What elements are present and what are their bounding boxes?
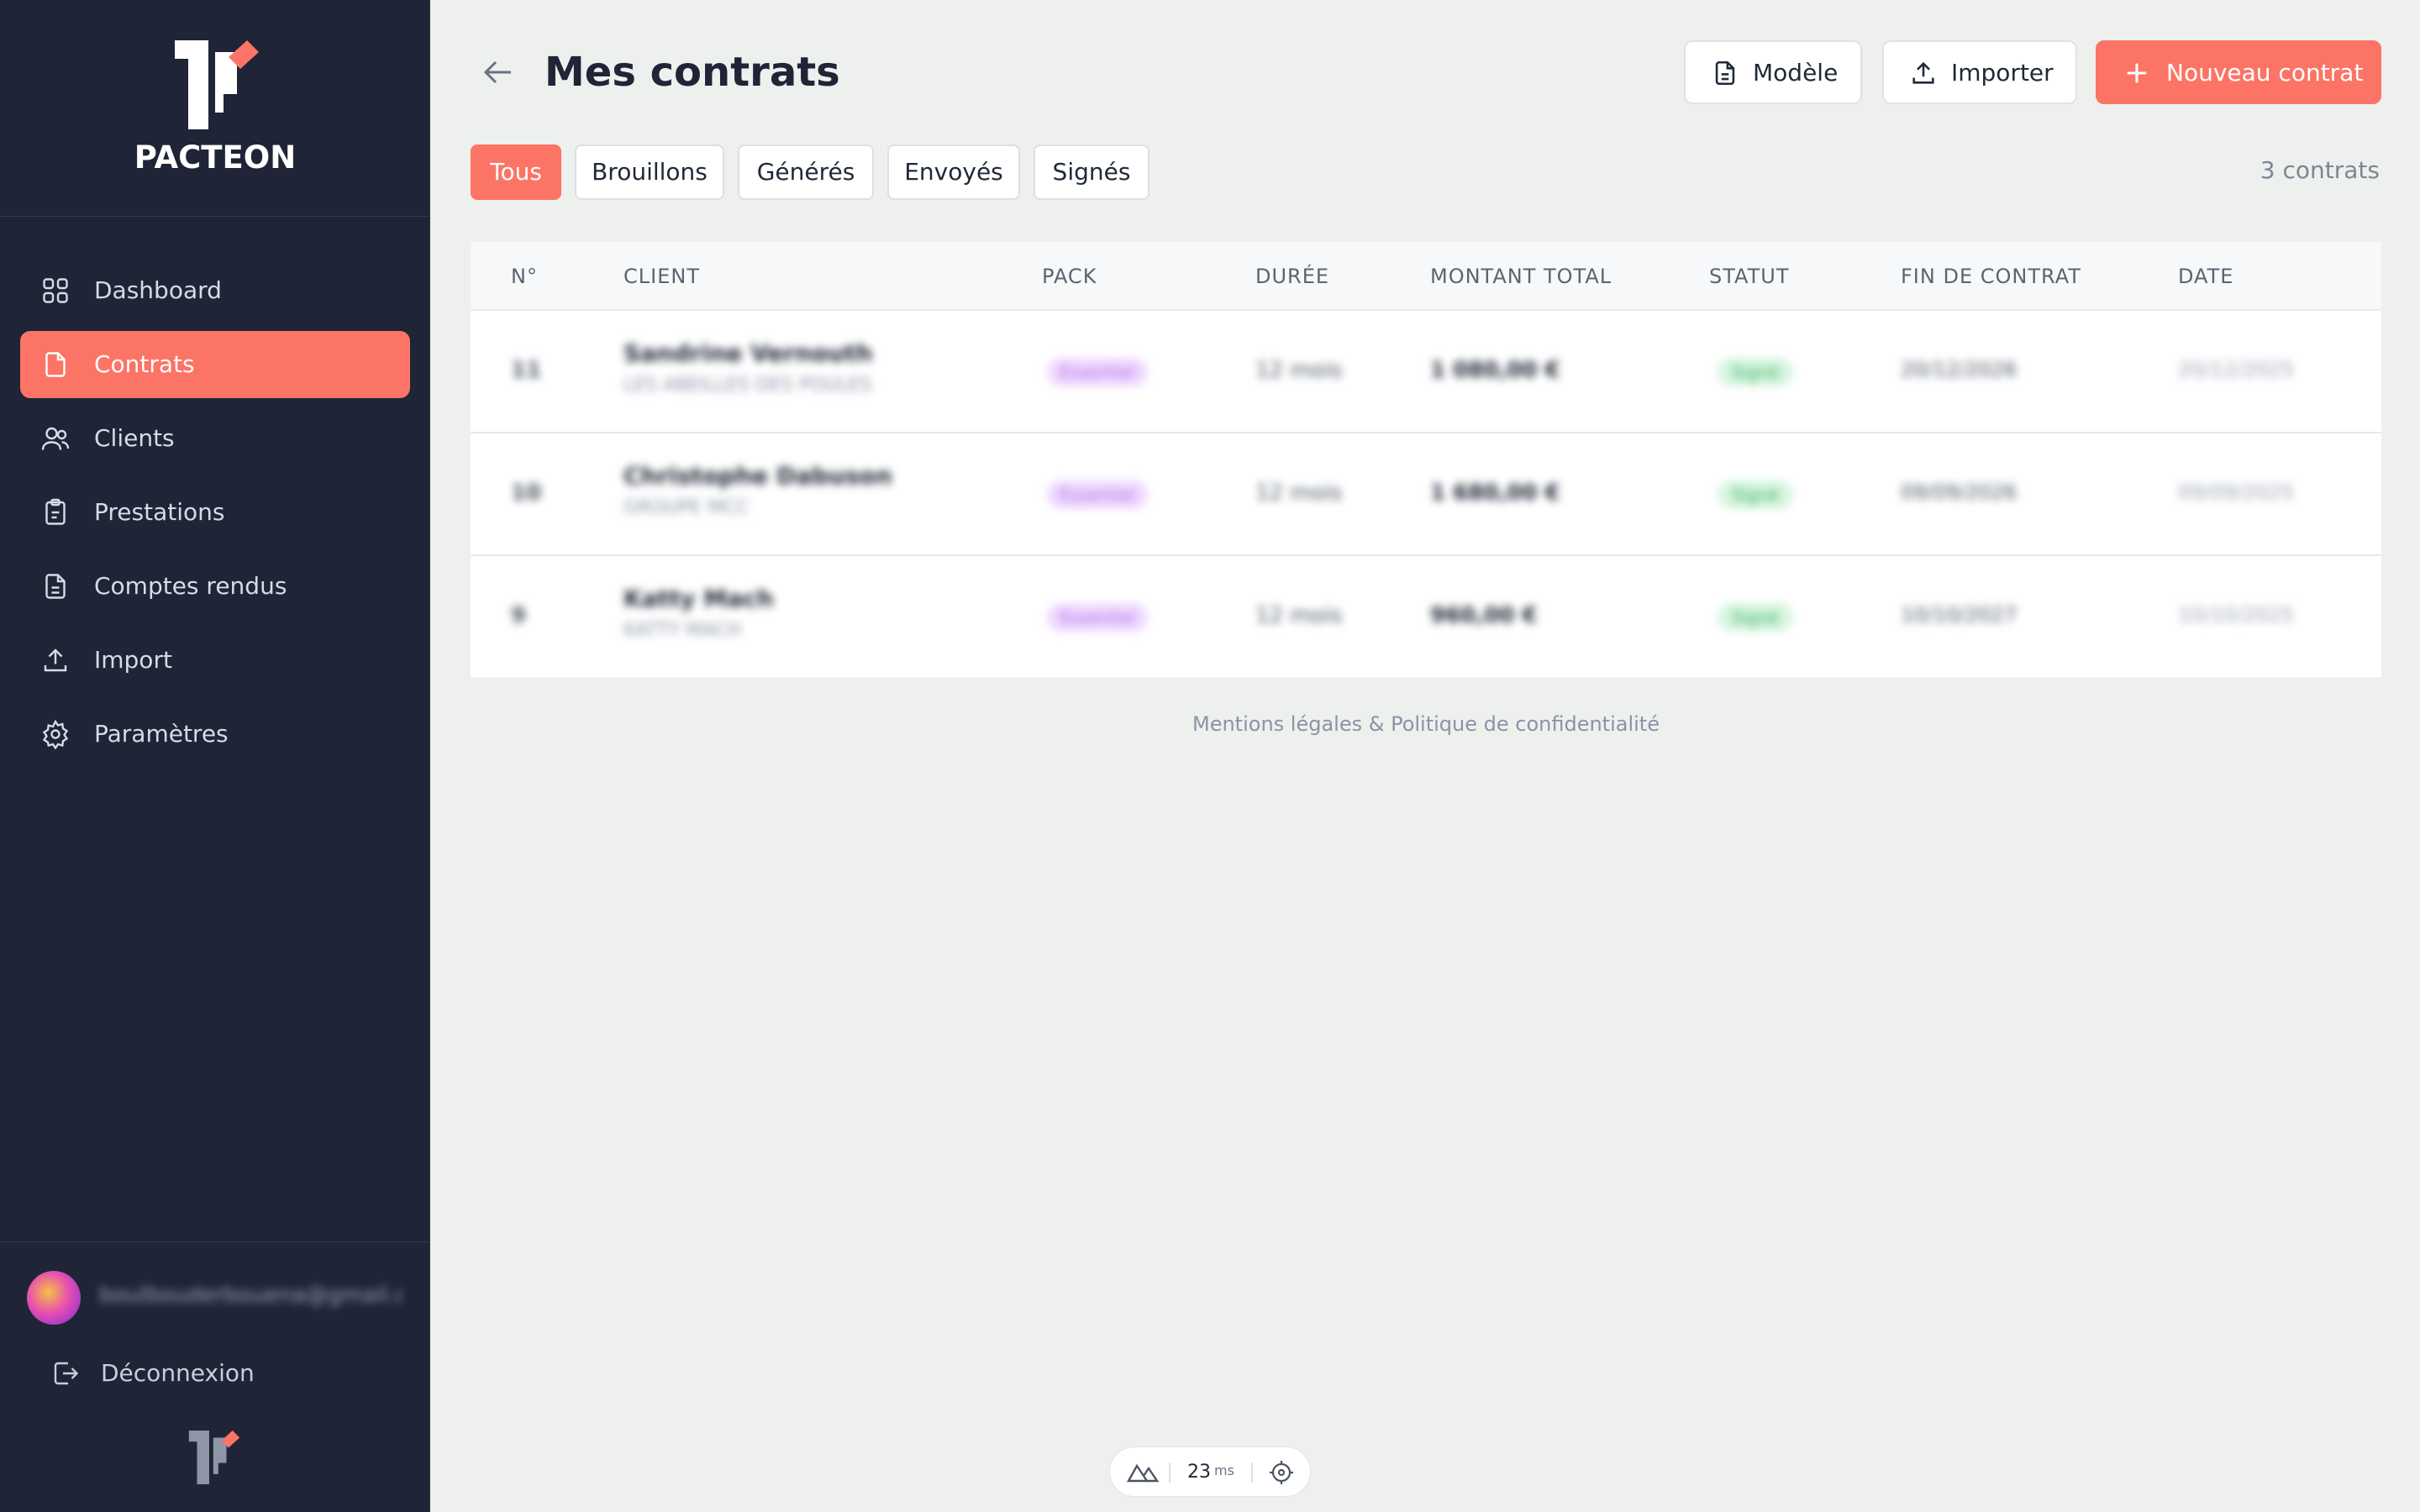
nuxt-icon[interactable] xyxy=(1127,1461,1159,1484)
contracts-table: N° CLIENT PACK DURÉE MONTANT TOTAL STATU… xyxy=(471,242,2381,677)
sidebar-item-import[interactable]: Import xyxy=(20,627,410,694)
contract-date: 20/12/2025 xyxy=(2178,358,2295,381)
contract-count: 3 contrats xyxy=(2260,156,2380,184)
status-badge: Signé xyxy=(1718,480,1793,509)
import-button[interactable]: Importer xyxy=(1882,40,2077,104)
logout-label: Déconnexion xyxy=(101,1359,255,1387)
contract-date: 10/10/2025 xyxy=(2178,603,2295,627)
end-date: 09/09/2026 xyxy=(1901,480,2018,504)
plus-icon xyxy=(2127,63,2147,83)
sidebar-nav: Dashboard Contrats Clients Prestations C… xyxy=(20,257,410,774)
sidebar-item-dashboard[interactable]: Dashboard xyxy=(20,257,410,324)
sidebar-item-prestations[interactable]: Prestations xyxy=(20,479,410,546)
file-text-icon xyxy=(45,574,66,599)
tab-signes[interactable]: Signés xyxy=(1034,144,1150,200)
column-header[interactable]: CLIENT xyxy=(623,264,700,289)
pack-badge: Essentiel xyxy=(1047,480,1148,509)
table-row[interactable]: 10 Christophe Dabuson GROUPE MCC Essenti… xyxy=(471,433,2381,556)
sidebar-footer: boulbouderbouena@gmail.c... Déconnexion xyxy=(0,1242,430,1512)
pacteon-logo-mark xyxy=(175,40,259,129)
sidebar-item-label: Dashboard xyxy=(94,276,222,304)
sidebar-item-parametres[interactable]: Paramètres xyxy=(20,701,410,768)
total-amount: 1 080,00 € xyxy=(1430,358,1560,383)
legal-links[interactable]: Mentions légales & Politique de confiden… xyxy=(471,712,2381,736)
tab-tous[interactable]: Tous xyxy=(471,144,561,200)
column-header[interactable]: MONTANT TOTAL xyxy=(1430,264,1612,289)
column-header[interactable]: DURÉE xyxy=(1255,264,1329,289)
sidebar-item-label: Comptes rendus xyxy=(94,572,287,600)
back-arrow-icon[interactable] xyxy=(481,57,514,87)
sidebar-item-label: Contrats xyxy=(94,350,195,378)
new-contract-button-label: Nouveau contrat xyxy=(2166,59,2364,87)
sidebar-item-clients[interactable]: Clients xyxy=(20,405,410,472)
contract-number: 10 xyxy=(511,480,542,506)
client-company: GROUPE MCC xyxy=(623,497,750,518)
pacteon-mini-logo xyxy=(188,1431,240,1484)
new-contract-button[interactable]: Nouveau contrat xyxy=(2096,40,2381,104)
column-header[interactable]: PACK xyxy=(1042,264,1097,289)
duration: 12 mois xyxy=(1255,480,1343,506)
divider xyxy=(1251,1462,1253,1483)
column-header[interactable]: STATUT xyxy=(1709,264,1789,289)
devtools-toolbar[interactable]: 23 ms xyxy=(1109,1446,1311,1497)
contract-number: 9 xyxy=(511,603,527,628)
tab-brouillons[interactable]: Brouillons xyxy=(575,144,724,200)
import-button-label: Importer xyxy=(1951,59,2054,87)
sidebar: PACTEON Dashboard Contrats Clients Prest… xyxy=(0,0,430,1512)
logout-icon xyxy=(54,1362,79,1385)
grid-icon xyxy=(43,278,68,303)
end-date: 10/10/2027 xyxy=(1901,603,2018,627)
sidebar-item-label: Clients xyxy=(94,424,175,452)
contract-date: 09/09/2025 xyxy=(2178,480,2295,504)
clipboard-icon xyxy=(45,498,66,525)
pack-badge: Essentiel xyxy=(1047,358,1148,386)
status-badge: Signé xyxy=(1718,358,1793,386)
upload-icon xyxy=(44,648,67,672)
crosshair-icon[interactable] xyxy=(1268,1459,1295,1486)
page-title: Mes contrats xyxy=(544,49,840,96)
client-company: KATTY MACH xyxy=(623,620,741,641)
total-amount: 960,00 € xyxy=(1430,603,1538,628)
model-button[interactable]: Modèle xyxy=(1684,40,1862,104)
table-header: N° CLIENT PACK DURÉE MONTANT TOTAL STATU… xyxy=(471,242,2381,311)
sidebar-item-contrats[interactable]: Contrats xyxy=(20,331,410,398)
column-header[interactable]: DATE xyxy=(2178,264,2233,289)
model-button-label: Modèle xyxy=(1753,59,1839,87)
column-header[interactable]: N° xyxy=(511,264,538,289)
client-company: LES ABEILLES DES POULES xyxy=(623,375,872,396)
duration: 12 mois xyxy=(1255,358,1343,383)
client-name: Christophe Dabuson xyxy=(623,462,892,490)
end-date: 20/12/2026 xyxy=(1901,358,2018,381)
gear-icon xyxy=(42,719,69,749)
render-time-unit: ms xyxy=(1214,1462,1234,1478)
table-row[interactable]: 11 Sandrine Vernouth LES ABEILLES DES PO… xyxy=(471,311,2381,433)
document-icon xyxy=(45,352,66,377)
tab-envoyes[interactable]: Envoyés xyxy=(887,144,1020,200)
contract-number: 11 xyxy=(511,358,542,383)
pack-badge: Essentiel xyxy=(1047,603,1148,632)
sidebar-item-label: Import xyxy=(94,646,172,674)
total-amount: 1 680,00 € xyxy=(1430,480,1560,506)
render-time-value: 23 xyxy=(1187,1462,1211,1483)
tab-generes[interactable]: Générés xyxy=(738,144,874,200)
brand-name: PACTEON xyxy=(134,139,297,176)
sidebar-item-label: Prestations xyxy=(94,498,225,526)
table-row[interactable]: 9 Katty Mach KATTY MACH Essentiel 12 moi… xyxy=(471,556,2381,679)
client-name: Sandrine Vernouth xyxy=(623,339,873,367)
upload-icon xyxy=(1912,61,1934,84)
user-email: boulbouderbouena@gmail.c... xyxy=(99,1283,402,1308)
logout-button[interactable]: Déconnexion xyxy=(47,1352,299,1395)
users-icon xyxy=(41,427,70,450)
avatar[interactable] xyxy=(27,1271,81,1325)
duration: 12 mois xyxy=(1255,603,1343,628)
sidebar-item-label: Paramètres xyxy=(94,720,229,748)
document-icon xyxy=(1715,60,1735,86)
status-badge: Signé xyxy=(1718,603,1793,632)
column-header[interactable]: FIN DE CONTRAT xyxy=(1901,264,2081,289)
sidebar-item-comptes-rendus[interactable]: Comptes rendus xyxy=(20,553,410,620)
client-name: Katty Mach xyxy=(623,585,774,612)
divider xyxy=(1169,1462,1171,1483)
brand-logo[interactable]: PACTEON xyxy=(0,0,430,217)
